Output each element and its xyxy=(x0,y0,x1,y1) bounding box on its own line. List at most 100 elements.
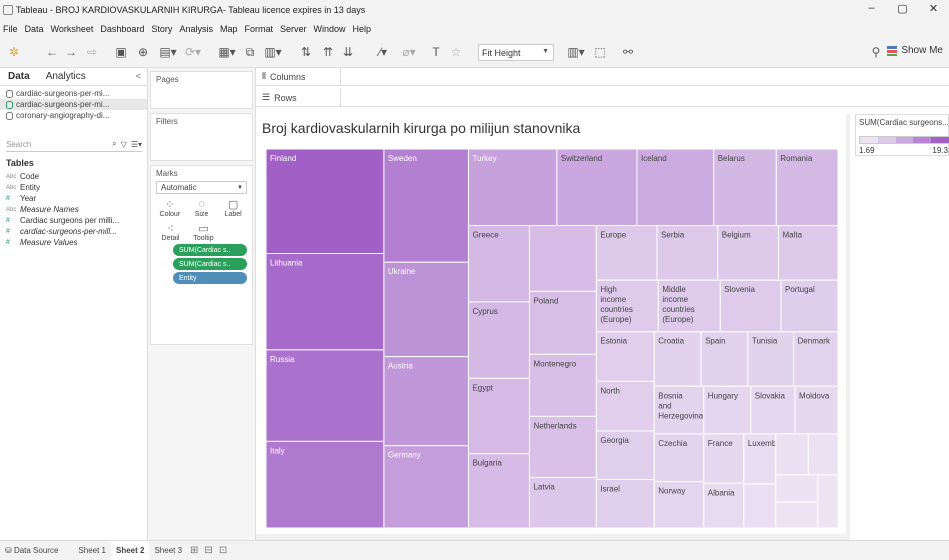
minimize-button[interactable]: – xyxy=(856,2,887,15)
rows-shelf[interactable]: ☰ Rows xyxy=(256,88,949,107)
pin-icon[interactable]: ⚲ xyxy=(868,43,884,61)
treemap-cell[interactable] xyxy=(807,433,838,476)
treemap-cell[interactable]: Czechia xyxy=(653,433,705,483)
pages-card[interactable]: Pages xyxy=(150,71,253,109)
treemap-cell[interactable]: Estonia xyxy=(595,331,655,382)
show-me-button[interactable]: Show Me xyxy=(887,45,943,56)
tooltip-button[interactable]: ▭ Tooltip xyxy=(187,222,220,242)
size-button[interactable]: ◌ Size xyxy=(186,198,218,218)
tableau-logo-icon[interactable]: ✲ xyxy=(6,43,22,61)
field-item[interactable]: # cardiac-surgeons-per-mill... xyxy=(6,226,119,237)
treemap-cell[interactable]: Romania xyxy=(775,149,838,227)
duplicate-sheet-icon[interactable]: ⧉ xyxy=(242,43,258,61)
menu-format[interactable]: Format xyxy=(244,24,273,34)
menu-file[interactable]: File xyxy=(3,24,18,34)
menu-story[interactable]: Story xyxy=(151,24,172,34)
treemap-cell[interactable]: Moldova xyxy=(794,385,838,435)
treemap-cell[interactable]: Spain xyxy=(700,331,749,387)
treemap-cell[interactable]: Finland xyxy=(266,149,385,254)
undo-icon[interactable]: ← xyxy=(44,43,60,61)
treemap-cell[interactable]: Middle income countries (Europe) xyxy=(657,279,721,333)
treemap-cell[interactable]: Tunisia xyxy=(747,331,795,387)
tab-analytics[interactable]: Analytics xyxy=(38,68,94,85)
redo-icon[interactable]: → xyxy=(63,43,79,61)
treemap-cell[interactable]: Croatia xyxy=(653,331,702,387)
treemap-cell[interactable]: Cyprus xyxy=(467,301,530,379)
tab-data[interactable]: Data xyxy=(0,68,38,85)
field-item[interactable]: Abc Measure Names xyxy=(6,204,119,215)
treemap-cell[interactable]: Italy xyxy=(266,440,385,528)
presentation-mode-icon[interactable]: ⬚ xyxy=(592,43,608,61)
run-update-icon[interactable]: ▦▾ xyxy=(216,43,238,61)
treemap-cell[interactable]: Norway xyxy=(653,481,705,528)
treemap-cell[interactable] xyxy=(817,474,838,528)
data-source-item[interactable]: coronary-angiography-di... xyxy=(0,110,147,121)
treemap-cell[interactable]: Bulgaria xyxy=(467,453,530,528)
treemap-cell[interactable]: Netherlands xyxy=(528,415,597,478)
treemap-cell[interactable]: Greece xyxy=(467,225,530,303)
treemap-cell[interactable]: Turkey xyxy=(467,149,558,227)
treemap-cell[interactable] xyxy=(775,501,819,528)
menu-server[interactable]: Server xyxy=(280,24,307,34)
group-members-icon[interactable]: ⌀▾ xyxy=(398,43,420,61)
treemap-cell[interactable]: Iceland xyxy=(636,149,715,227)
treemap-rect[interactable] xyxy=(775,474,819,503)
new-worksheet-icon[interactable]: ⊞ xyxy=(190,545,198,556)
treemap-cell[interactable]: Egypt xyxy=(467,377,530,455)
menu-data[interactable]: Data xyxy=(25,24,44,34)
treemap-cell[interactable]: North xyxy=(595,380,655,432)
new-dashboard-icon[interactable]: ⊟ xyxy=(204,545,212,556)
treemap-cell[interactable]: Serbia xyxy=(656,225,719,281)
field-item[interactable]: # Measure Values xyxy=(6,237,119,248)
treemap-rect[interactable] xyxy=(775,433,809,476)
menu-map[interactable]: Map xyxy=(220,24,238,34)
pause-updates-icon[interactable]: ⟳▾ xyxy=(182,43,204,61)
treemap-cell[interactable]: Belarus xyxy=(713,149,777,227)
colour-legend[interactable]: SUM(Cardiac surgeons... 1.69 19.3 xyxy=(855,114,949,156)
treemap-rect[interactable] xyxy=(807,433,838,476)
treemap-cell[interactable]: Portugal xyxy=(780,279,838,333)
treemap-chart[interactable]: Finland Lithuania Russia Italy Sweden Ukraine… xyxy=(266,149,838,528)
treemap-rect[interactable] xyxy=(528,225,597,292)
field-search[interactable]: Search ⌕ ▽ ☰▾ xyxy=(6,137,142,152)
fix-axes-icon[interactable]: ☆ xyxy=(448,43,464,61)
treemap-cell[interactable]: Russia xyxy=(266,349,385,442)
field-item[interactable]: Abc Code xyxy=(6,171,119,182)
treemap-cell[interactable]: Slovenia xyxy=(719,279,782,333)
treemap-cell[interactable]: Lithuania xyxy=(266,252,385,351)
swap-rows-columns-icon[interactable]: ⇅ xyxy=(298,43,314,61)
menu-worksheet[interactable]: Worksheet xyxy=(51,24,94,34)
treemap-cell[interactable]: France xyxy=(703,433,745,484)
save-icon[interactable]: ▣ xyxy=(113,43,129,61)
close-button[interactable]: ✕ xyxy=(918,2,949,15)
collapse-pane-button[interactable]: < xyxy=(136,71,141,81)
search-input[interactable]: Search xyxy=(6,140,108,149)
label-pill[interactable]: ▢Entity xyxy=(173,272,247,284)
treemap-cell[interactable]: Montenegro xyxy=(528,353,597,417)
colour-pill[interactable]: ⁘SUM(Cardiac s.. xyxy=(173,258,247,270)
field-item[interactable]: # Cardiac surgeons per milli... xyxy=(6,215,119,226)
menu-help[interactable]: Help xyxy=(353,24,372,34)
mark-type-dropdown[interactable]: Automatic ▼ xyxy=(156,181,247,194)
tab-sheet-2[interactable]: Sheet 2 xyxy=(110,540,150,560)
treemap-cell[interactable]: Denmark xyxy=(793,331,838,387)
treemap-cell[interactable] xyxy=(775,433,809,476)
fit-dropdown[interactable]: Fit Height ▼ xyxy=(478,44,554,61)
treemap-rect[interactable] xyxy=(383,149,469,263)
treemap-cell[interactable]: Poland xyxy=(528,290,597,355)
treemap-cell[interactable]: Germany xyxy=(383,445,469,528)
new-worksheet-icon[interactable]: ▤▾ xyxy=(157,43,179,61)
treemap-cell[interactable]: Sweden xyxy=(383,149,469,263)
share-icon[interactable]: ⚯ xyxy=(620,43,636,61)
treemap-cell[interactable] xyxy=(528,225,597,292)
treemap-cell[interactable] xyxy=(775,474,819,503)
treemap-rect[interactable] xyxy=(266,252,385,351)
treemap-cell[interactable]: Austria xyxy=(383,356,469,447)
treemap-cell[interactable] xyxy=(743,483,777,528)
new-story-icon[interactable]: ⊡ xyxy=(219,545,227,556)
treemap-cell[interactable]: High income countries (Europe) xyxy=(595,279,659,333)
treemap-rect[interactable] xyxy=(775,501,819,528)
treemap-cell[interactable]: Malta xyxy=(777,225,838,281)
data-source-item[interactable]: cardiac-surgeons-per-mi... xyxy=(0,99,147,110)
treemap-rect[interactable] xyxy=(383,261,469,358)
